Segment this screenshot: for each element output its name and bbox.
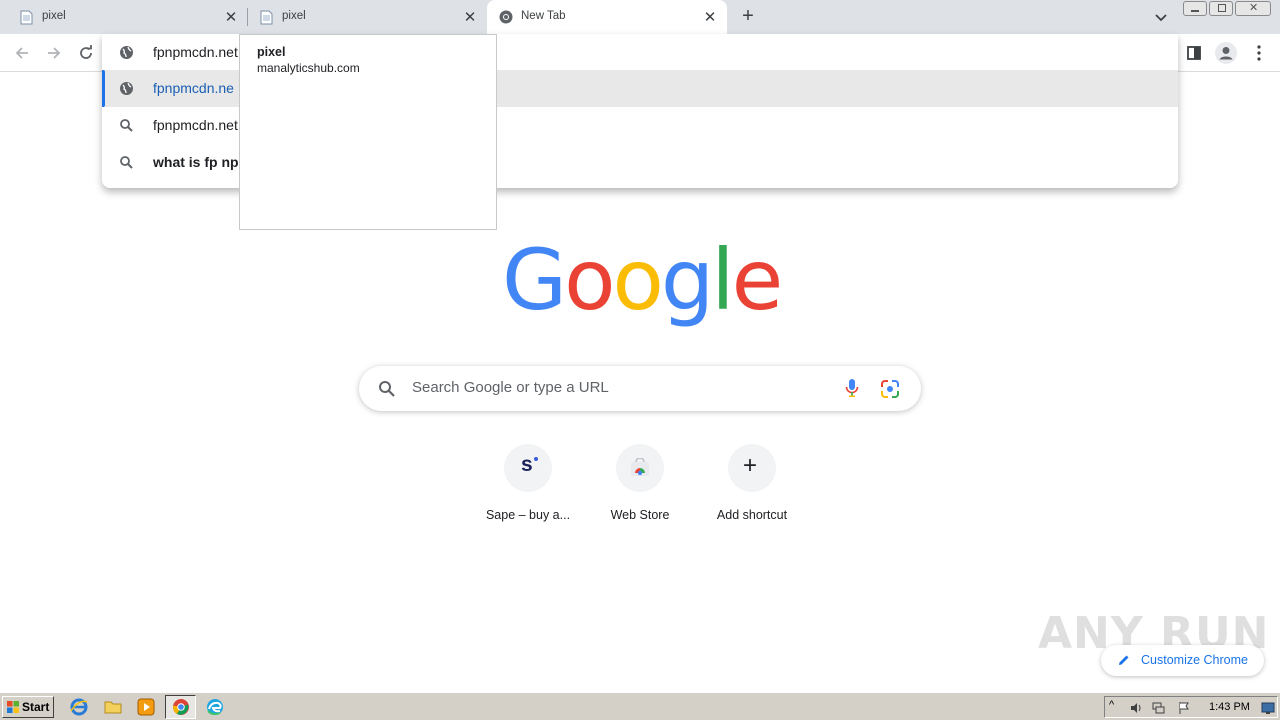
- pencil-icon: [1119, 655, 1129, 665]
- close-tab-icon[interactable]: ✕: [462, 9, 478, 26]
- start-button[interactable]: Start: [2, 696, 54, 718]
- logo-letter: o: [564, 231, 615, 329]
- tab-title: pixel: [42, 10, 66, 22]
- tab-title: New Tab: [521, 10, 566, 22]
- close-window-button[interactable]: ✕: [1235, 1, 1271, 16]
- document-icon: [20, 10, 33, 25]
- logo-letter: G: [502, 231, 567, 329]
- sape-glyph: s: [521, 453, 533, 476]
- profile-avatar-icon[interactable]: [1214, 41, 1238, 65]
- customize-chrome-button[interactable]: Customize Chrome: [1101, 645, 1264, 676]
- google-lens-icon[interactable]: [880, 379, 900, 399]
- logo-letter: g: [660, 231, 714, 329]
- start-label: Start: [22, 700, 50, 714]
- customize-chrome-label: Customize Chrome: [1141, 653, 1248, 667]
- minimize-button[interactable]: [1183, 1, 1207, 16]
- taskbar: Start ^ 1:43 PM: [0, 692, 1280, 720]
- microphone-icon[interactable]: [845, 378, 859, 398]
- volume-icon[interactable]: [1129, 701, 1143, 715]
- webstore-icon: [616, 444, 664, 492]
- globe-icon: [120, 82, 133, 95]
- shortcut-add[interactable]: + Add shortcut: [696, 444, 808, 534]
- show-desktop-icon[interactable]: [1261, 701, 1275, 715]
- globe-icon: [120, 46, 133, 59]
- tab-title: pixel: [282, 10, 306, 22]
- shortcut-web-store[interactable]: Web Store: [584, 444, 696, 534]
- screen: pixel ✕ pixel ✕ New Tab ✕ + ✕ Google Sea…: [0, 0, 1280, 720]
- chevron-down-icon[interactable]: [1152, 8, 1170, 26]
- document-icon: [260, 10, 273, 25]
- forward-arrow-icon[interactable]: [44, 43, 64, 63]
- close-tab-icon[interactable]: ✕: [223, 9, 239, 26]
- ntp-search-box[interactable]: Search Google or type a URL: [359, 366, 921, 411]
- search-placeholder: Search Google or type a URL: [412, 379, 609, 396]
- tooltip-title: pixel: [257, 45, 286, 59]
- more-menu-icon[interactable]: [1248, 42, 1270, 64]
- reload-icon[interactable]: [76, 43, 96, 63]
- plus-glyph: +: [743, 452, 758, 479]
- tab-new-tab[interactable]: New Tab ✕: [487, 0, 727, 34]
- selection-indicator: [102, 70, 105, 107]
- new-tab-button[interactable]: +: [738, 6, 758, 27]
- action-center-flag-icon[interactable]: [1177, 701, 1191, 715]
- tab-strip: pixel ✕ pixel ✕ New Tab ✕ + ✕: [0, 0, 1280, 34]
- tab-pixel-2[interactable]: pixel ✕: [248, 0, 486, 34]
- search-icon: [120, 119, 133, 132]
- back-arrow-icon[interactable]: [12, 43, 32, 63]
- system-tray: ^ 1:43 PM: [1104, 696, 1278, 718]
- search-icon: [379, 381, 395, 397]
- taskbar-chrome-active[interactable]: [165, 695, 196, 719]
- show-hidden-icons-icon[interactable]: ^: [1109, 699, 1123, 713]
- suggestion-text: fpnpmcdn.net: [153, 44, 238, 60]
- plus-icon: +: [728, 444, 776, 492]
- suggestion-text: fpnpmcdn.net: [153, 117, 238, 133]
- shortcut-label: Add shortcut: [716, 508, 788, 522]
- chrome-icon: [173, 699, 189, 715]
- logo-letter: o: [612, 231, 664, 329]
- google-logo: Google: [502, 231, 784, 329]
- folder-icon[interactable]: [103, 697, 123, 717]
- tab-pixel-1[interactable]: pixel ✕: [0, 0, 246, 34]
- network-icon[interactable]: [1151, 701, 1165, 715]
- search-icon: [120, 156, 133, 169]
- suggestion-text: fpnpmcdn.ne: [153, 80, 234, 96]
- edge-icon[interactable]: [205, 697, 225, 717]
- internet-explorer-icon[interactable]: [69, 697, 89, 717]
- chrome-icon: [499, 10, 513, 24]
- close-tab-icon[interactable]: ✕: [702, 9, 718, 26]
- side-panel-icon[interactable]: [1183, 42, 1205, 64]
- restore-button[interactable]: [1209, 1, 1233, 16]
- tab-hover-tooltip: pixel manalyticshub.com: [239, 34, 497, 230]
- sape-icon: s: [504, 444, 552, 492]
- shortcut-label: Web Store: [610, 508, 670, 522]
- suggestion-text: what is fp np: [153, 154, 239, 170]
- shortcut-label: Sape – buy a...: [485, 508, 571, 522]
- windows-flag-icon: [7, 701, 19, 713]
- clock[interactable]: 1:43 PM: [1209, 701, 1250, 713]
- shortcut-sape[interactable]: s Sape – buy a...: [472, 444, 584, 534]
- logo-letter: l: [711, 231, 734, 329]
- media-player-icon[interactable]: [136, 697, 156, 717]
- logo-letter: e: [731, 231, 784, 329]
- tooltip-url: manalyticshub.com: [257, 61, 360, 75]
